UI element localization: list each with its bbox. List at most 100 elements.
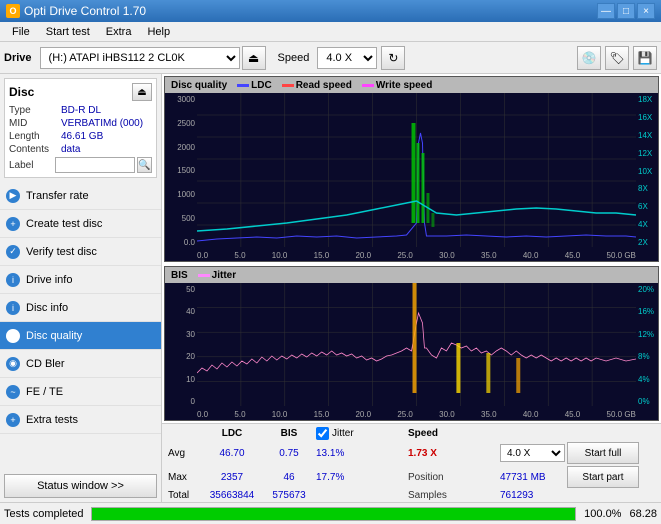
title-bar-controls: — □ × xyxy=(597,3,655,19)
nav-label-create: Create test disc xyxy=(26,218,102,230)
nav-cd-bler[interactable]: ◉ CD Bler xyxy=(0,350,161,378)
nav-label-quality: Disc quality xyxy=(26,330,82,342)
legend-write: Write speed xyxy=(362,80,433,91)
disc-contents-row: Contents data xyxy=(9,144,152,155)
stats-max-row: Max 2357 46 17.7% Position 47731 MB Star… xyxy=(168,466,655,488)
start-full-btn[interactable]: Start full xyxy=(567,442,639,464)
disc-mid-label: MID xyxy=(9,118,61,129)
stats-total-row: Total 35663844 575673 Samples 761293 xyxy=(168,490,655,501)
nav-icon-drive: i xyxy=(6,273,20,287)
legend-ldc: LDC xyxy=(237,80,272,91)
top-chart-area: 300025002000150010005000.0 18X16X14X12X1… xyxy=(165,93,658,263)
app-icon: O xyxy=(6,4,20,18)
position-label: Position xyxy=(408,472,498,483)
disc-eject-btn[interactable]: ⏏ xyxy=(132,83,152,101)
menu-file[interactable]: File xyxy=(4,24,38,40)
nav-transfer-rate[interactable]: ▶ Transfer rate xyxy=(0,182,161,210)
menu-help[interactable]: Help xyxy=(139,24,178,40)
bottom-chart-svg xyxy=(197,283,636,406)
position-val: 47731 MB xyxy=(500,472,565,483)
stats-header-row: LDC BIS Jitter Speed xyxy=(168,427,655,440)
eject-icon-btn[interactable]: ⏏ xyxy=(242,46,266,70)
nav-icon-quality: ★ xyxy=(6,329,20,343)
legend-jitter: Jitter xyxy=(198,270,236,281)
disc-title: Disc xyxy=(9,85,34,99)
status-window-btn[interactable]: Status window >> xyxy=(4,474,157,498)
disc-type-row: Type BD-R DL xyxy=(9,105,152,116)
top-x-axis: 0.05.010.015.020.025.030.035.040.045.050… xyxy=(197,247,636,263)
start-part-btn[interactable]: Start part xyxy=(567,466,639,488)
disc-panel: Disc ⏏ Type BD-R DL MID VERBATIMd (000) … xyxy=(4,78,157,178)
burn-icon-btn[interactable]: 💿 xyxy=(577,46,601,70)
nav-label-transfer: Transfer rate xyxy=(26,190,89,202)
disc-contents-label: Contents xyxy=(9,144,61,155)
avg-jitter: 13.1% xyxy=(316,448,406,459)
nav-label-verify: Verify test disc xyxy=(26,246,97,258)
top-chart-titlebar: Disc quality LDC Read speed Write speed xyxy=(165,77,658,93)
disc-header: Disc ⏏ xyxy=(9,83,152,101)
menu-bar: File Start test Extra Help xyxy=(0,22,661,42)
status-percent: 100.0% xyxy=(584,508,621,520)
bottom-y-axis-right: 20%16%12%8%4%0% xyxy=(636,283,658,406)
total-ldc: 35663844 xyxy=(202,490,262,501)
drive-select[interactable]: (H:) ATAPI iHBS112 2 CL0K xyxy=(40,47,240,69)
speed-select-stats[interactable]: 4.0 X xyxy=(500,444,565,462)
nav-label-drive: Drive info xyxy=(26,274,72,286)
nav-icon-disc: i xyxy=(6,301,20,315)
progress-bar xyxy=(91,507,576,521)
nav-label-bler: CD Bler xyxy=(26,358,65,370)
nav-drive-info[interactable]: i Drive info xyxy=(0,266,161,294)
sidebar: Disc ⏏ Type BD-R DL MID VERBATIMd (000) … xyxy=(0,74,162,502)
samples-val: 761293 xyxy=(500,490,565,501)
bottom-chart-title: BIS xyxy=(171,270,188,281)
minimize-button[interactable]: — xyxy=(597,3,615,19)
menu-start-test[interactable]: Start test xyxy=(38,24,98,40)
save-icon-btn[interactable]: 💾 xyxy=(633,46,657,70)
legend-jitter-label: Jitter xyxy=(212,270,236,281)
nav-icon-transfer: ▶ xyxy=(6,189,20,203)
bottom-y-axis-left: 50403020100 xyxy=(165,283,197,406)
label-search-btn[interactable]: 🔍 xyxy=(137,157,152,173)
label-icon-btn[interactable]: 🏷 xyxy=(605,46,629,70)
close-button[interactable]: × xyxy=(637,3,655,19)
disc-label-label: Label xyxy=(9,160,53,171)
nav-fe-te[interactable]: ~ FE / TE xyxy=(0,378,161,406)
nav-items: ▶ Transfer rate + Create test disc ✓ Ver… xyxy=(0,182,161,470)
disc-label-row: Label 🔍 xyxy=(9,157,152,173)
app-title: Opti Drive Control 1.70 xyxy=(24,4,146,18)
disc-type-value: BD-R DL xyxy=(61,105,152,116)
maximize-button[interactable]: □ xyxy=(617,3,635,19)
avg-bis: 0.75 xyxy=(264,448,314,459)
jitter-checkbox[interactable] xyxy=(316,427,329,440)
bottom-x-axis: 0.05.010.015.020.025.030.035.040.045.050… xyxy=(197,406,636,422)
legend-ldc-label: LDC xyxy=(251,80,272,91)
nav-disc-info[interactable]: i Disc info xyxy=(0,294,161,322)
stats-speed-header: Speed xyxy=(408,428,498,439)
disc-length-row: Length 46.61 GB xyxy=(9,131,152,142)
nav-disc-quality[interactable]: ★ Disc quality xyxy=(0,322,161,350)
refresh-btn[interactable]: ↻ xyxy=(381,46,405,70)
status-size: 68.28 xyxy=(629,508,657,520)
speed-select[interactable]: 4.0 X xyxy=(317,47,377,69)
disc-mid-value: VERBATIMd (000) xyxy=(61,118,152,129)
avg-label: Avg xyxy=(168,448,200,459)
nav-extra-tests[interactable]: + Extra tests xyxy=(0,406,161,434)
bottom-chart: BIS Jitter 50403020100 20%16%12%8%4%0% xyxy=(164,266,659,421)
disc-mid-row: MID VERBATIMd (000) xyxy=(9,118,152,129)
max-ldc: 2357 xyxy=(202,472,262,483)
nav-icon-fete: ~ xyxy=(6,385,20,399)
max-bis: 46 xyxy=(264,472,314,483)
disc-label-input[interactable] xyxy=(55,157,135,173)
disc-length-label: Length xyxy=(9,131,61,142)
status-text: Tests completed xyxy=(4,508,83,520)
nav-create-test[interactable]: + Create test disc xyxy=(0,210,161,238)
main-content: Disc ⏏ Type BD-R DL MID VERBATIMd (000) … xyxy=(0,74,661,502)
avg-speed: 1.73 X xyxy=(408,448,498,459)
menu-extra[interactable]: Extra xyxy=(98,24,140,40)
legend-read-label: Read speed xyxy=(296,80,352,91)
stats-jitter-header: Jitter xyxy=(332,428,354,439)
nav-icon-create: + xyxy=(6,217,20,231)
total-bis: 575673 xyxy=(264,490,314,501)
top-y-axis-left: 300025002000150010005000.0 xyxy=(165,93,197,247)
nav-verify-test[interactable]: ✓ Verify test disc xyxy=(0,238,161,266)
